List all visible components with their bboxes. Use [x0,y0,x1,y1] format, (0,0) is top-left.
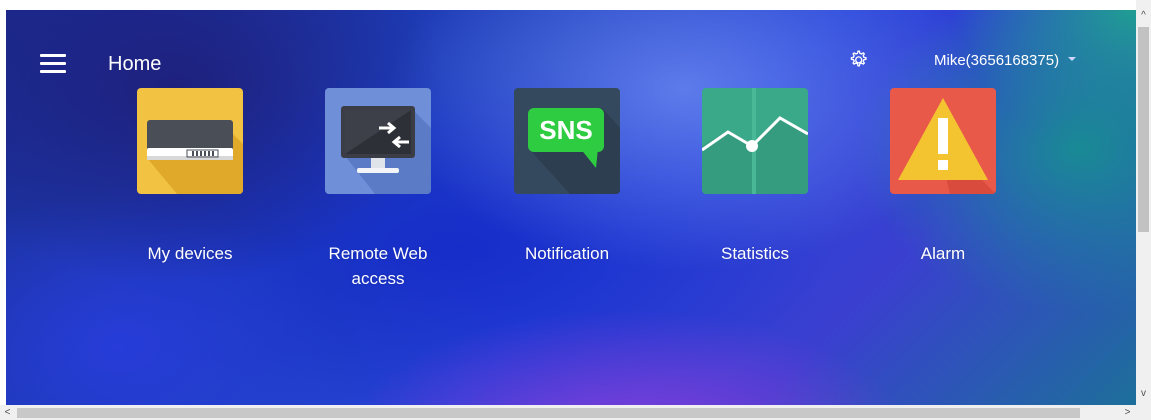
tile-label: Notification [524,244,610,263]
tile-statistics[interactable]: Statistics [685,88,825,266]
sns-message-icon: SNS [514,88,620,194]
gear-icon[interactable] [846,48,870,72]
tile-remote-web-access[interactable]: Remote Web access [308,88,448,291]
page-title: Home [108,53,162,75]
scroll-right-icon[interactable]: > [1120,405,1135,420]
top-margin [0,0,1136,10]
chevron-down-icon [1068,57,1077,62]
tile-my-devices[interactable]: My devices [120,88,260,266]
horizontal-scroll-thumb[interactable] [17,408,1080,418]
tile-alarm[interactable]: Alarm [873,88,1013,266]
remote-monitor-icon [325,88,431,194]
horizontal-scrollbar[interactable]: < > [0,405,1136,420]
scroll-left-icon[interactable]: < [0,405,15,420]
scroll-up-icon[interactable]: ^ [1136,8,1151,23]
home-page: Home Mike(3656168375) My devices Remote … [6,10,1136,405]
vertical-scroll-thumb[interactable] [1138,27,1149,232]
user-account-dropdown[interactable]: Mike(3656168375) [934,52,1077,69]
tile-label: Remote Web access [328,244,428,288]
router-device-icon [137,88,243,194]
tile-label: Alarm [920,244,966,263]
scrollbar-corner [1136,405,1151,420]
vertical-scrollbar[interactable]: ^ v [1136,0,1151,405]
warning-triangle-icon [890,88,996,194]
tile-label: My devices [147,244,233,263]
tile-notification[interactable]: SNS Notification [497,88,637,266]
user-name: Mike(3656168375) [934,52,1060,69]
scroll-down-icon[interactable]: v [1136,386,1151,401]
hamburger-menu-icon[interactable] [40,54,66,74]
tile-label: Statistics [720,244,790,263]
line-chart-icon [702,88,808,194]
browser-viewport: Home Mike(3656168375) My devices Remote … [0,0,1151,420]
sns-text: SNS [539,115,592,145]
